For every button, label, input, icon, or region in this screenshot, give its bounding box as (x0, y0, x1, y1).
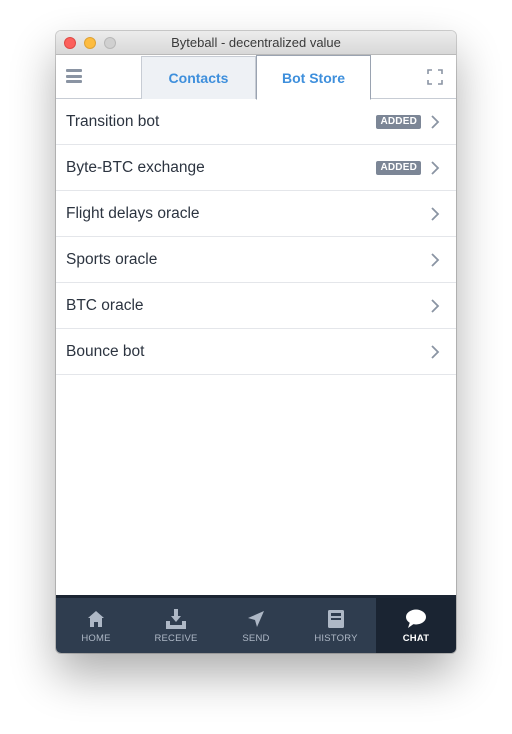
bot-name: Bounce bot (66, 343, 145, 360)
bot-name: Sports oracle (66, 251, 158, 268)
nav-history[interactable]: HISTORY (296, 598, 376, 653)
list-item[interactable]: Byte-BTC exchange ADDED (56, 145, 456, 191)
nav-label: SEND (242, 633, 270, 644)
list-item[interactable]: Sports oracle (56, 237, 456, 283)
chevron-right-icon (431, 161, 440, 175)
tab-contacts[interactable]: Contacts (141, 56, 256, 99)
title-bar: Byteball - decentralized value (56, 31, 456, 55)
added-badge: ADDED (376, 115, 421, 129)
added-badge: ADDED (376, 161, 421, 175)
bot-list: Transition bot ADDED Byte-BTC exchange A… (56, 99, 456, 375)
send-icon (248, 611, 264, 627)
home-icon (88, 611, 104, 627)
nav-label: RECEIVE (154, 633, 198, 644)
list-item[interactable]: Flight delays oracle (56, 191, 456, 237)
menu-icon[interactable] (66, 69, 82, 83)
bot-name: Transition bot (66, 113, 160, 130)
list-item[interactable]: BTC oracle (56, 283, 456, 329)
bot-name: Byte-BTC exchange (66, 159, 205, 176)
bot-name: BTC oracle (66, 297, 144, 314)
nav-send[interactable]: SEND (216, 598, 296, 653)
bot-name: Flight delays oracle (66, 205, 200, 222)
nav-receive[interactable]: RECEIVE (136, 598, 216, 653)
history-icon (328, 610, 344, 628)
fullscreen-icon[interactable] (427, 69, 443, 85)
chevron-right-icon (431, 345, 440, 359)
nav-label: CHAT (402, 633, 430, 644)
app-window: Byteball - decentralized value Contacts … (56, 31, 456, 653)
receive-icon (166, 609, 186, 629)
bottom-nav: HOME RECEIVE SEND HISTORY CHAT (56, 595, 456, 653)
chat-icon (406, 609, 426, 628)
top-bar: Contacts Bot Store (56, 55, 456, 100)
nav-label: HOME (81, 633, 111, 644)
nav-chat[interactable]: CHAT (376, 598, 456, 653)
nav-home[interactable]: HOME (56, 598, 136, 653)
list-item[interactable]: Bounce bot (56, 329, 456, 375)
nav-label: HISTORY (314, 633, 358, 644)
chevron-right-icon (431, 253, 440, 267)
chevron-right-icon (431, 207, 440, 221)
chevron-right-icon (431, 115, 440, 129)
tab-bot-store[interactable]: Bot Store (256, 55, 371, 100)
list-item[interactable]: Transition bot ADDED (56, 99, 456, 145)
chevron-right-icon (431, 299, 440, 313)
window-title: Byteball - decentralized value (171, 35, 341, 50)
